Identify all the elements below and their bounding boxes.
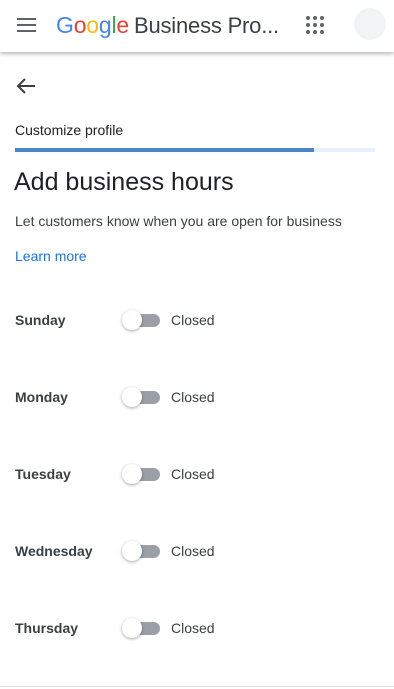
apps-grid-icon[interactable] (302, 12, 328, 38)
day-row-wednesday: Wednesday Closed (0, 531, 394, 571)
learn-more-link[interactable]: Learn more (15, 248, 87, 264)
day-row-monday: Monday Closed (0, 377, 394, 417)
google-logo-letter: o (86, 12, 99, 38)
day-status: Closed (171, 543, 215, 559)
day-row-tuesday: Tuesday Closed (0, 454, 394, 494)
step-label: Customize profile (15, 122, 124, 138)
day-status: Closed (171, 466, 215, 482)
progress-bar-fill (15, 148, 314, 152)
bottom-divider (0, 686, 394, 687)
hamburger-menu-icon[interactable] (14, 13, 40, 37)
open-closed-toggle[interactable] (122, 617, 162, 639)
google-logo-letter: o (73, 12, 87, 38)
page-title: Add business hours (14, 168, 234, 196)
open-closed-toggle[interactable] (122, 540, 162, 562)
open-closed-toggle[interactable] (122, 309, 162, 331)
day-name: Wednesday (15, 543, 93, 559)
day-row-thursday: Thursday Closed (0, 608, 394, 648)
google-business-profile-logo: Google Business Pro... (56, 10, 279, 40)
progress-bar (15, 148, 375, 152)
page-subtitle: Let customers know when you are open for… (15, 213, 342, 229)
day-status: Closed (171, 620, 215, 636)
day-status: Closed (171, 312, 215, 328)
arrow-back-icon[interactable] (10, 70, 42, 102)
product-name: Business Pro... (134, 13, 279, 38)
day-name: Monday (15, 389, 68, 405)
open-closed-toggle[interactable] (122, 386, 162, 408)
top-app-bar: Google Business Pro... (0, 0, 394, 52)
day-name: Thursday (15, 620, 79, 636)
google-logo-letter: g (98, 12, 112, 38)
day-row-sunday: Sunday Closed (0, 300, 394, 340)
day-name: Tuesday (15, 466, 71, 482)
account-avatar[interactable] (354, 8, 386, 40)
day-name: Sunday (15, 312, 66, 328)
open-closed-toggle[interactable] (122, 463, 162, 485)
google-logo-letter: G (56, 12, 74, 38)
day-status: Closed (171, 389, 215, 405)
google-logo-letter: e (116, 12, 129, 38)
